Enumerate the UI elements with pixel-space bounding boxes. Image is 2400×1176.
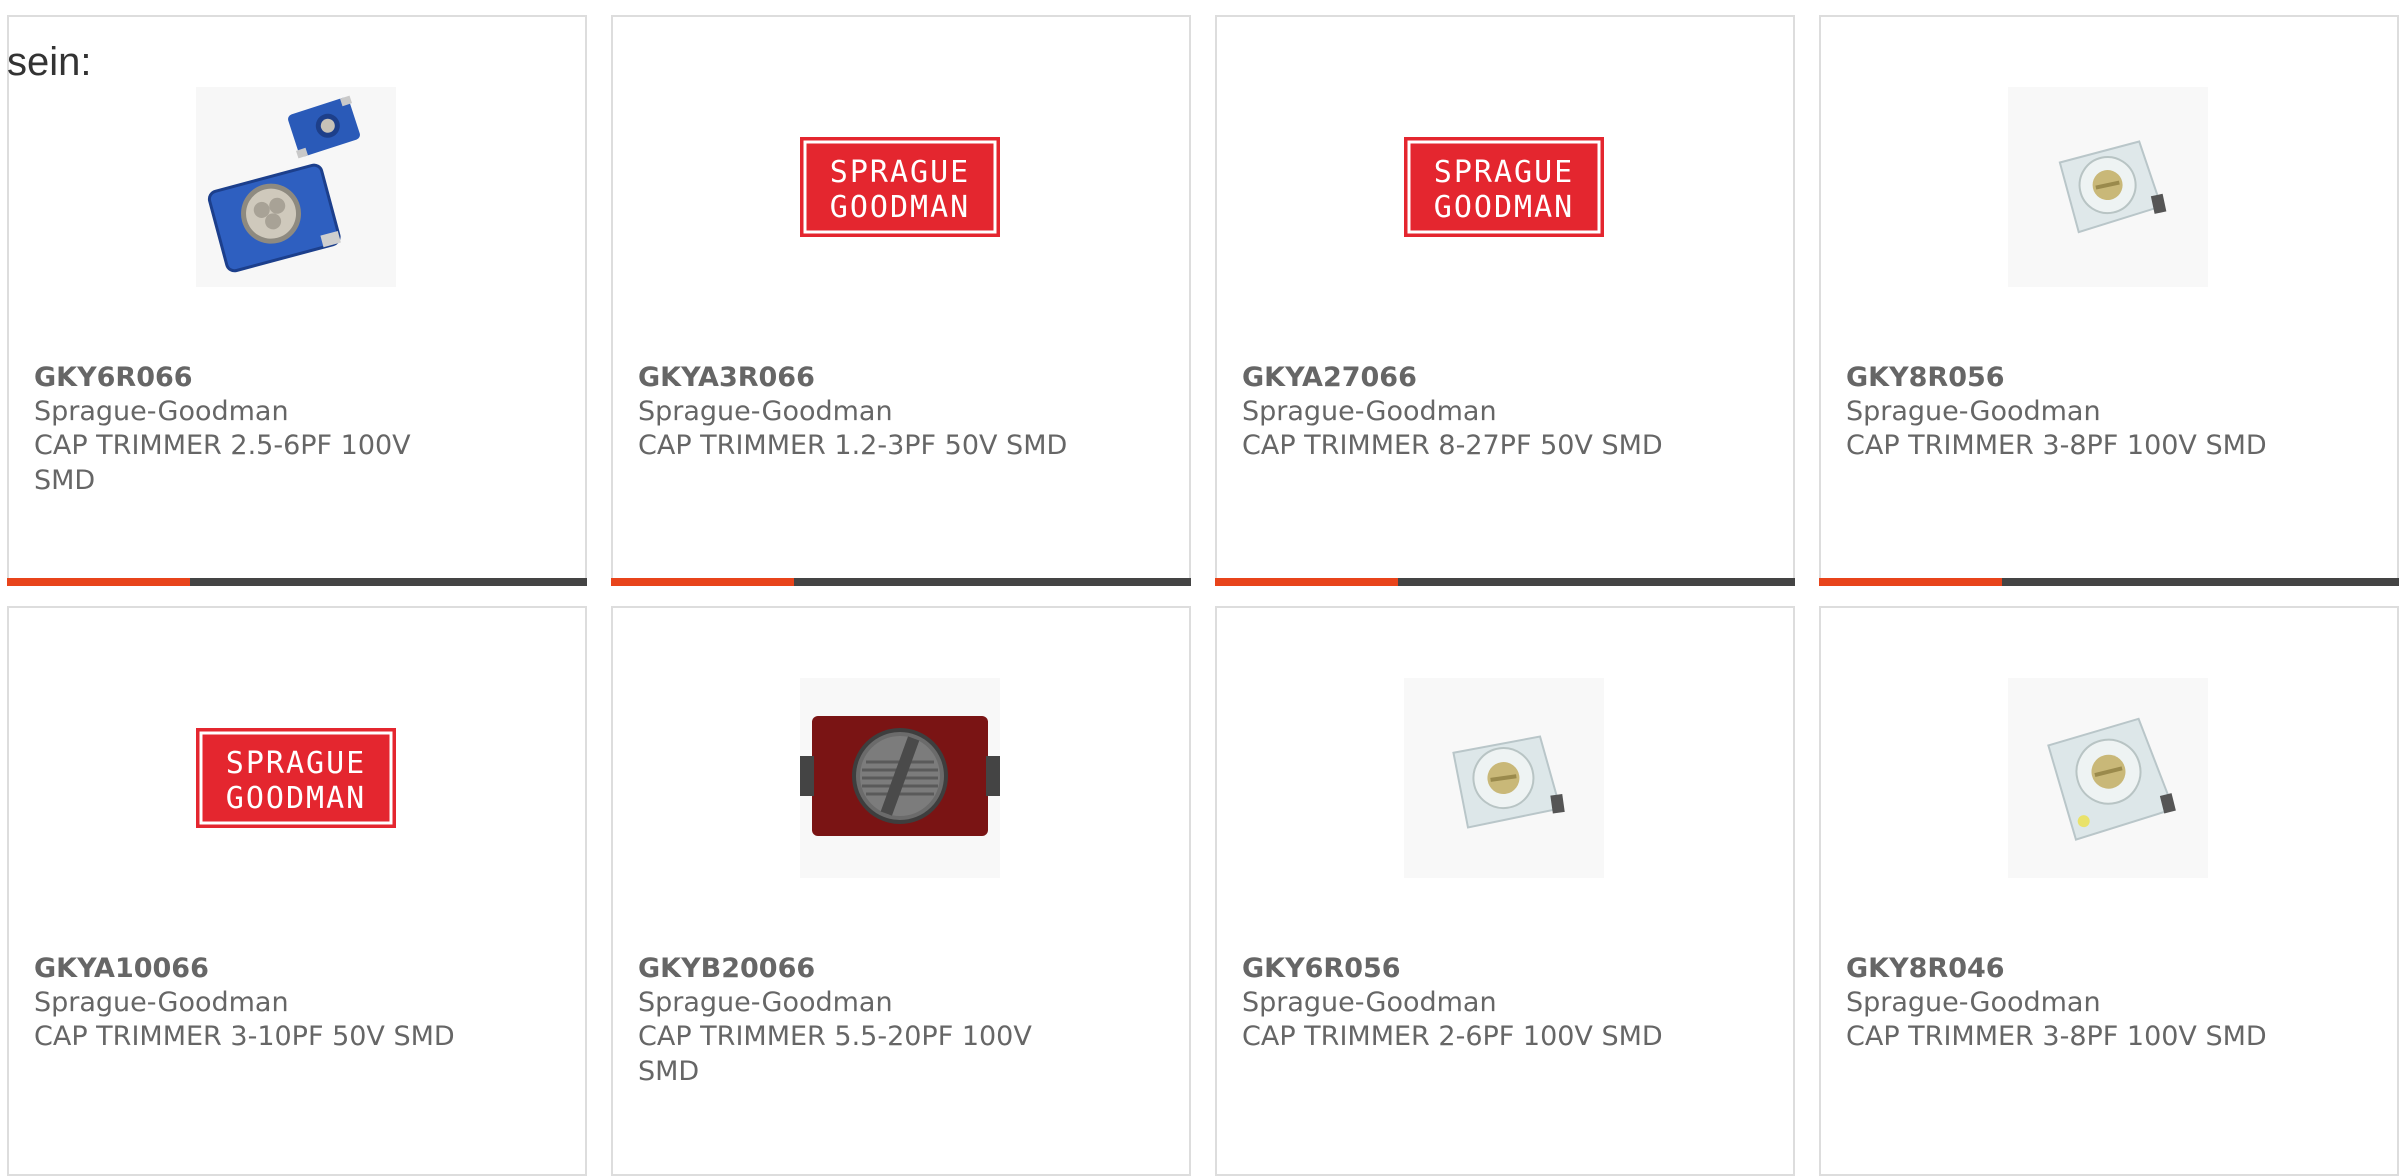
product-card[interactable]: GKY6R066 Sprague-Goodman CAP TRIMMER 2.5… <box>7 15 587 586</box>
manufacturer: Sprague-Goodman <box>1242 987 1497 1018</box>
part-number[interactable]: GKYB20066 <box>638 951 1168 986</box>
logo-text-line: SPRAGUE <box>226 746 366 781</box>
sprague-goodman-logo: SPRAGUE GOODMAN <box>1404 137 1604 237</box>
part-number[interactable]: GKYA10066 <box>34 951 564 986</box>
part-number[interactable]: GKYA3R066 <box>638 360 1168 395</box>
product-image[interactable] <box>800 678 1000 878</box>
manufacturer: Sprague-Goodman <box>1846 987 2101 1018</box>
manufacturer: Sprague-Goodman <box>638 396 893 427</box>
product-image[interactable]: SPRAGUE GOODMAN <box>800 87 1000 287</box>
manufacturer: Sprague-Goodman <box>1846 396 2101 427</box>
logo-text-line: SPRAGUE <box>1434 155 1574 190</box>
accent-bar-fill <box>7 578 190 586</box>
product-grid: GKY6R066 Sprague-Goodman CAP TRIMMER 2.5… <box>0 0 2400 1176</box>
accent-bar-fill <box>1819 578 2002 586</box>
manufacturer: Sprague-Goodman <box>34 987 289 1018</box>
sprague-goodman-logo: SPRAGUE GOODMAN <box>196 728 396 828</box>
page-heading: sein: <box>7 40 92 84</box>
product-image[interactable]: SPRAGUE GOODMAN <box>1404 87 1604 287</box>
product-card[interactable]: GKYB20066 Sprague-Goodman CAP TRIMMER 5.… <box>611 606 1191 1176</box>
white-trimmer-photo <box>2008 87 2208 287</box>
product-description: CAP TRIMMER 3-8PF 100V SMD <box>1846 1021 2267 1052</box>
product-image[interactable] <box>2008 87 2208 287</box>
product-description: CAP TRIMMER 3-8PF 100V SMD <box>1846 430 2267 461</box>
accent-bar-fill <box>1215 578 1398 586</box>
product-card[interactable]: SPRAGUE GOODMAN GKYA10066 Sprague-Goodma… <box>7 606 587 1176</box>
logo-text-line: GOODMAN <box>1434 190 1574 225</box>
white-trimmer-photo <box>1404 678 1604 878</box>
product-card[interactable]: GKY8R056 Sprague-Goodman CAP TRIMMER 3-8… <box>1819 15 2399 586</box>
product-description: CAP TRIMMER 8-27PF 50V SMD <box>1242 430 1663 461</box>
product-image[interactable] <box>196 87 396 287</box>
product-description: CAP TRIMMER 3-10PF 50V SMD <box>34 1021 455 1052</box>
product-image[interactable] <box>1404 678 1604 878</box>
part-number[interactable]: GKY6R066 <box>34 360 564 395</box>
part-number[interactable]: GKY8R046 <box>1846 951 2376 986</box>
white-trimmer-photo <box>2008 678 2208 878</box>
product-description: CAP TRIMMER 2.5-6PF 100V SMD <box>34 430 411 496</box>
accent-bar-fill <box>611 578 794 586</box>
manufacturer: Sprague-Goodman <box>1242 396 1497 427</box>
product-image[interactable]: SPRAGUE GOODMAN <box>196 678 396 878</box>
logo-text-line: GOODMAN <box>830 190 970 225</box>
product-card[interactable]: GKY6R056 Sprague-Goodman CAP TRIMMER 2-6… <box>1215 606 1795 1176</box>
accent-bar <box>7 578 587 586</box>
part-number[interactable]: GKY8R056 <box>1846 360 2376 395</box>
product-image[interactable] <box>2008 678 2208 878</box>
product-description: CAP TRIMMER 5.5-20PF 100V SMD <box>638 1021 1032 1087</box>
product-card[interactable]: SPRAGUE GOODMAN GKYA3R066 Sprague-Goodma… <box>611 15 1191 586</box>
red-trimmer-photo <box>800 678 1000 878</box>
accent-bar <box>1819 578 2399 586</box>
logo-text-line: SPRAGUE <box>830 155 970 190</box>
accent-bar <box>1215 578 1795 586</box>
product-description: CAP TRIMMER 2-6PF 100V SMD <box>1242 1021 1663 1052</box>
product-card[interactable]: SPRAGUE GOODMAN GKYA27066 Sprague-Goodma… <box>1215 15 1795 586</box>
logo-text-line: GOODMAN <box>226 781 366 816</box>
product-card[interactable]: GKY8R046 Sprague-Goodman CAP TRIMMER 3-8… <box>1819 606 2399 1176</box>
product-description: CAP TRIMMER 1.2-3PF 50V SMD <box>638 430 1068 461</box>
part-number[interactable]: GKY6R056 <box>1242 951 1772 986</box>
part-number[interactable]: GKYA27066 <box>1242 360 1772 395</box>
sprague-goodman-logo: SPRAGUE GOODMAN <box>800 137 1000 237</box>
manufacturer: Sprague-Goodman <box>34 396 289 427</box>
blue-trimmer-pair-photo <box>196 87 396 287</box>
manufacturer: Sprague-Goodman <box>638 987 893 1018</box>
accent-bar <box>611 578 1191 586</box>
